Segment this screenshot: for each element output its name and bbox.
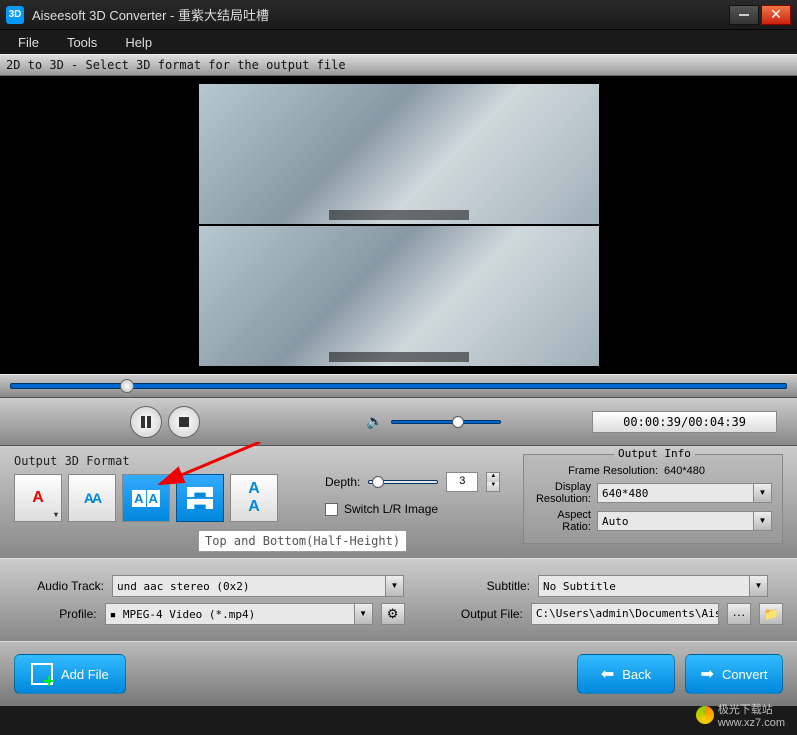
frame-resolution-value: 640*480 — [664, 465, 772, 477]
format-tooltip: Top and Bottom(Half-Height) — [198, 530, 407, 552]
format-anaglyph-button[interactable]: A — [14, 474, 62, 522]
stop-button[interactable] — [168, 406, 200, 438]
depth-slider[interactable] — [368, 480, 438, 484]
timeline-track[interactable] — [10, 383, 787, 389]
watermark-url: www.xz7.com — [718, 717, 785, 729]
depth-value[interactable]: 3 — [446, 472, 478, 492]
playback-controls: 🔉 00:00:39/00:04:39 — [0, 398, 797, 446]
menu-tools[interactable]: Tools — [67, 35, 97, 50]
menu-help[interactable]: Help — [125, 35, 152, 50]
output-info-section: Output Info Frame Resolution: 640*480 Di… — [523, 454, 783, 544]
volume-thumb[interactable] — [452, 416, 464, 428]
output-file-label: Output File: — [437, 607, 523, 621]
depth-spinner[interactable]: ▲▼ — [486, 472, 500, 492]
add-file-button[interactable]: Add File — [14, 654, 126, 694]
format-panel: Output 3D Format A AA AA ▄▄▄▄ AA Depth: … — [0, 446, 797, 558]
audio-track-select[interactable] — [112, 575, 386, 597]
document-name: 重紫大结局吐槽 — [178, 8, 269, 23]
close-button[interactable]: ✕ — [761, 5, 791, 25]
display-resolution-select[interactable] — [597, 483, 754, 503]
watermark: 极光下载站 www.xz7.com — [696, 701, 785, 729]
pause-icon — [139, 415, 153, 429]
preview-bottom-frame — [199, 226, 599, 366]
gear-icon: ⚙ — [387, 606, 399, 622]
depth-down-icon[interactable]: ▼ — [487, 482, 499, 491]
format-sbs-half-button[interactable]: AA — [68, 474, 116, 522]
convert-label: Convert — [722, 667, 768, 682]
dropdown-icon[interactable]: ▼ — [355, 603, 373, 625]
convert-button[interactable]: Convert — [685, 654, 783, 694]
pause-button[interactable] — [130, 406, 162, 438]
format-tb-half-button[interactable]: ▄▄▄▄ — [176, 474, 224, 522]
volume-control: 🔉 — [366, 413, 501, 430]
dropdown-icon[interactable]: ▼ — [754, 511, 772, 531]
app-name: Aiseesoft 3D Converter — [32, 8, 166, 23]
subtitle-select[interactable] — [538, 575, 750, 597]
status-bar: 2D to 3D - Select 3D format for the outp… — [0, 54, 797, 76]
dropdown-icon[interactable]: ▼ — [386, 575, 404, 597]
preview-top-frame — [199, 84, 599, 224]
audio-track-label: Audio Track: — [14, 579, 104, 593]
switch-lr-checkbox[interactable] — [325, 503, 338, 516]
options-panel: Audio Track: ▼ Subtitle: ▼ Profile: ▼ ⚙ … — [0, 558, 797, 641]
minimize-button[interactable] — [729, 5, 759, 25]
profile-settings-button[interactable]: ⚙ — [381, 603, 405, 625]
timeline[interactable] — [0, 374, 797, 398]
aspect-ratio-label: Aspect Ratio: — [534, 509, 597, 533]
aspect-ratio-select[interactable] — [597, 511, 754, 531]
output-file-field[interactable]: C:\Users\admin\Documents\Aiseesoft St — [531, 603, 719, 625]
video-preview — [0, 76, 797, 374]
watermark-name: 极光下载站 — [718, 701, 785, 717]
profile-select[interactable] — [105, 603, 355, 625]
stop-icon — [177, 415, 191, 429]
frame-resolution-label: Frame Resolution: — [534, 465, 664, 477]
format-tb-full-button[interactable]: AA — [230, 474, 278, 522]
app-logo-icon: 3D — [6, 6, 24, 24]
back-button[interactable]: Back — [577, 654, 675, 694]
dropdown-icon[interactable]: ▼ — [754, 483, 772, 503]
titlebar: 3D Aiseesoft 3D Converter - 重紫大结局吐槽 ✕ — [0, 0, 797, 30]
window-title: Aiseesoft 3D Converter - 重紫大结局吐槽 — [32, 5, 727, 24]
time-display: 00:00:39/00:04:39 — [592, 411, 777, 433]
browse-output-button[interactable]: 📁 — [759, 603, 783, 625]
display-resolution-label: Display Resolution: — [534, 481, 597, 505]
add-file-label: Add File — [61, 667, 109, 682]
profile-label: Profile: — [14, 607, 97, 621]
dropdown-icon[interactable]: ▼ — [750, 575, 768, 597]
format-sbs-full-button[interactable]: AA — [122, 474, 170, 522]
add-file-icon — [31, 663, 53, 685]
switch-lr-label: Switch L/R Image — [344, 502, 438, 516]
watermark-logo-icon — [696, 706, 714, 724]
menu-file[interactable]: File — [18, 35, 39, 50]
output-format-label: Output 3D Format — [14, 454, 307, 468]
depth-thumb[interactable] — [372, 476, 384, 488]
action-bar: Add File Back Convert — [0, 641, 797, 706]
timeline-thumb[interactable] — [120, 379, 134, 393]
back-label: Back — [622, 667, 651, 682]
depth-up-icon[interactable]: ▲ — [487, 473, 499, 482]
output-history-button[interactable]: ··· — [727, 603, 751, 625]
arrow-right-icon — [701, 664, 714, 684]
menubar: File Tools Help — [0, 30, 797, 54]
folder-icon: 📁 — [764, 607, 779, 621]
arrow-left-icon — [601, 664, 614, 684]
volume-slider[interactable] — [391, 420, 501, 424]
subtitle-label: Subtitle: — [436, 579, 530, 593]
speaker-icon[interactable]: 🔉 — [366, 413, 383, 430]
output-info-legend: Output Info — [614, 447, 695, 460]
depth-label: Depth: — [325, 475, 360, 489]
